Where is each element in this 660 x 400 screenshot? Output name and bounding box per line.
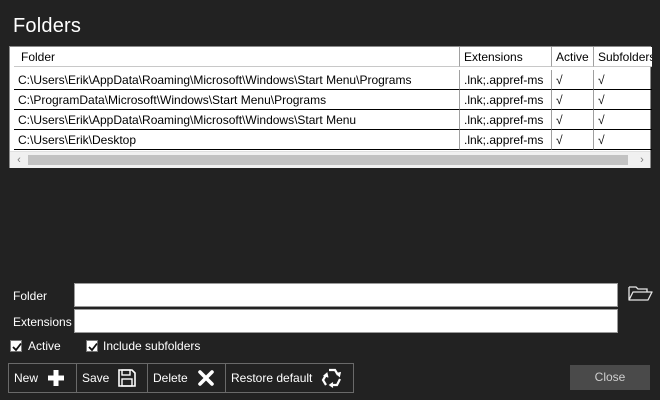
horizontal-scrollbar[interactable]: ‹ › <box>10 151 650 168</box>
include-subfolders-label: Include subfolders <box>103 339 201 353</box>
x-icon <box>196 368 216 388</box>
folders-grid[interactable]: Folder Extensions Active Subfolders C:\U… <box>9 46 652 168</box>
cell-folder: C:\Users\Erik\AppData\Roaming\Microsoft\… <box>14 70 460 90</box>
column-header-active[interactable]: Active <box>552 47 594 67</box>
restore-default-label: Restore default <box>231 371 313 385</box>
plus-icon <box>46 368 66 388</box>
check-icon <box>12 342 22 352</box>
cell-extensions: .lnk;.appref-ms <box>460 110 552 130</box>
scroll-right-icon[interactable]: › <box>634 152 650 168</box>
floppy-icon <box>117 368 137 388</box>
cell-active: √ <box>552 90 594 110</box>
cell-active: √ <box>552 70 594 90</box>
active-checkbox[interactable] <box>10 340 22 352</box>
delete-button-label: Delete <box>153 371 188 385</box>
cell-folder: C:\Users\Erik\Desktop <box>14 130 460 150</box>
cell-folder: C:\Users\Erik\AppData\Roaming\Microsoft\… <box>14 110 460 130</box>
cell-folder: C:\ProgramData\Microsoft\Windows\Start M… <box>14 90 460 110</box>
cell-extensions: .lnk;.appref-ms <box>460 90 552 110</box>
column-header-folder[interactable]: Folder <box>14 47 460 67</box>
folder-open-icon[interactable] <box>627 283 653 303</box>
cell-subfolders: √ <box>594 90 652 110</box>
check-icon <box>88 342 98 352</box>
page-title: Folders <box>13 15 82 37</box>
cell-active: √ <box>552 130 594 150</box>
folder-field[interactable] <box>74 283 618 307</box>
new-button[interactable]: New <box>9 364 77 392</box>
cell-extensions: .lnk;.appref-ms <box>460 130 552 150</box>
cell-extensions: .lnk;.appref-ms <box>460 70 552 90</box>
restore-default-button[interactable]: Restore default <box>226 364 353 392</box>
new-button-label: New <box>14 371 39 385</box>
scrollbar-thumb[interactable] <box>28 155 628 165</box>
cell-subfolders: √ <box>594 70 652 90</box>
column-header-subfolders[interactable]: Subfolders <box>594 47 652 67</box>
extensions-field[interactable] <box>74 309 618 333</box>
include-subfolders-checkbox[interactable] <box>86 340 98 352</box>
cell-subfolders: √ <box>594 130 652 150</box>
cell-active: √ <box>552 110 594 130</box>
action-toolbar: New Save Delete Restore default <box>8 363 354 393</box>
recycle-icon <box>320 367 344 389</box>
close-button[interactable]: Close <box>570 365 650 390</box>
folder-label: Folder <box>13 289 48 303</box>
save-button[interactable]: Save <box>77 364 148 392</box>
delete-button[interactable]: Delete <box>148 364 226 392</box>
extensions-label: Extensions <box>13 315 72 329</box>
column-header-extensions[interactable]: Extensions <box>460 47 552 67</box>
cell-subfolders: √ <box>594 110 652 130</box>
save-button-label: Save <box>82 371 110 385</box>
scroll-left-icon[interactable]: ‹ <box>11 152 27 168</box>
active-label: Active <box>28 339 61 353</box>
